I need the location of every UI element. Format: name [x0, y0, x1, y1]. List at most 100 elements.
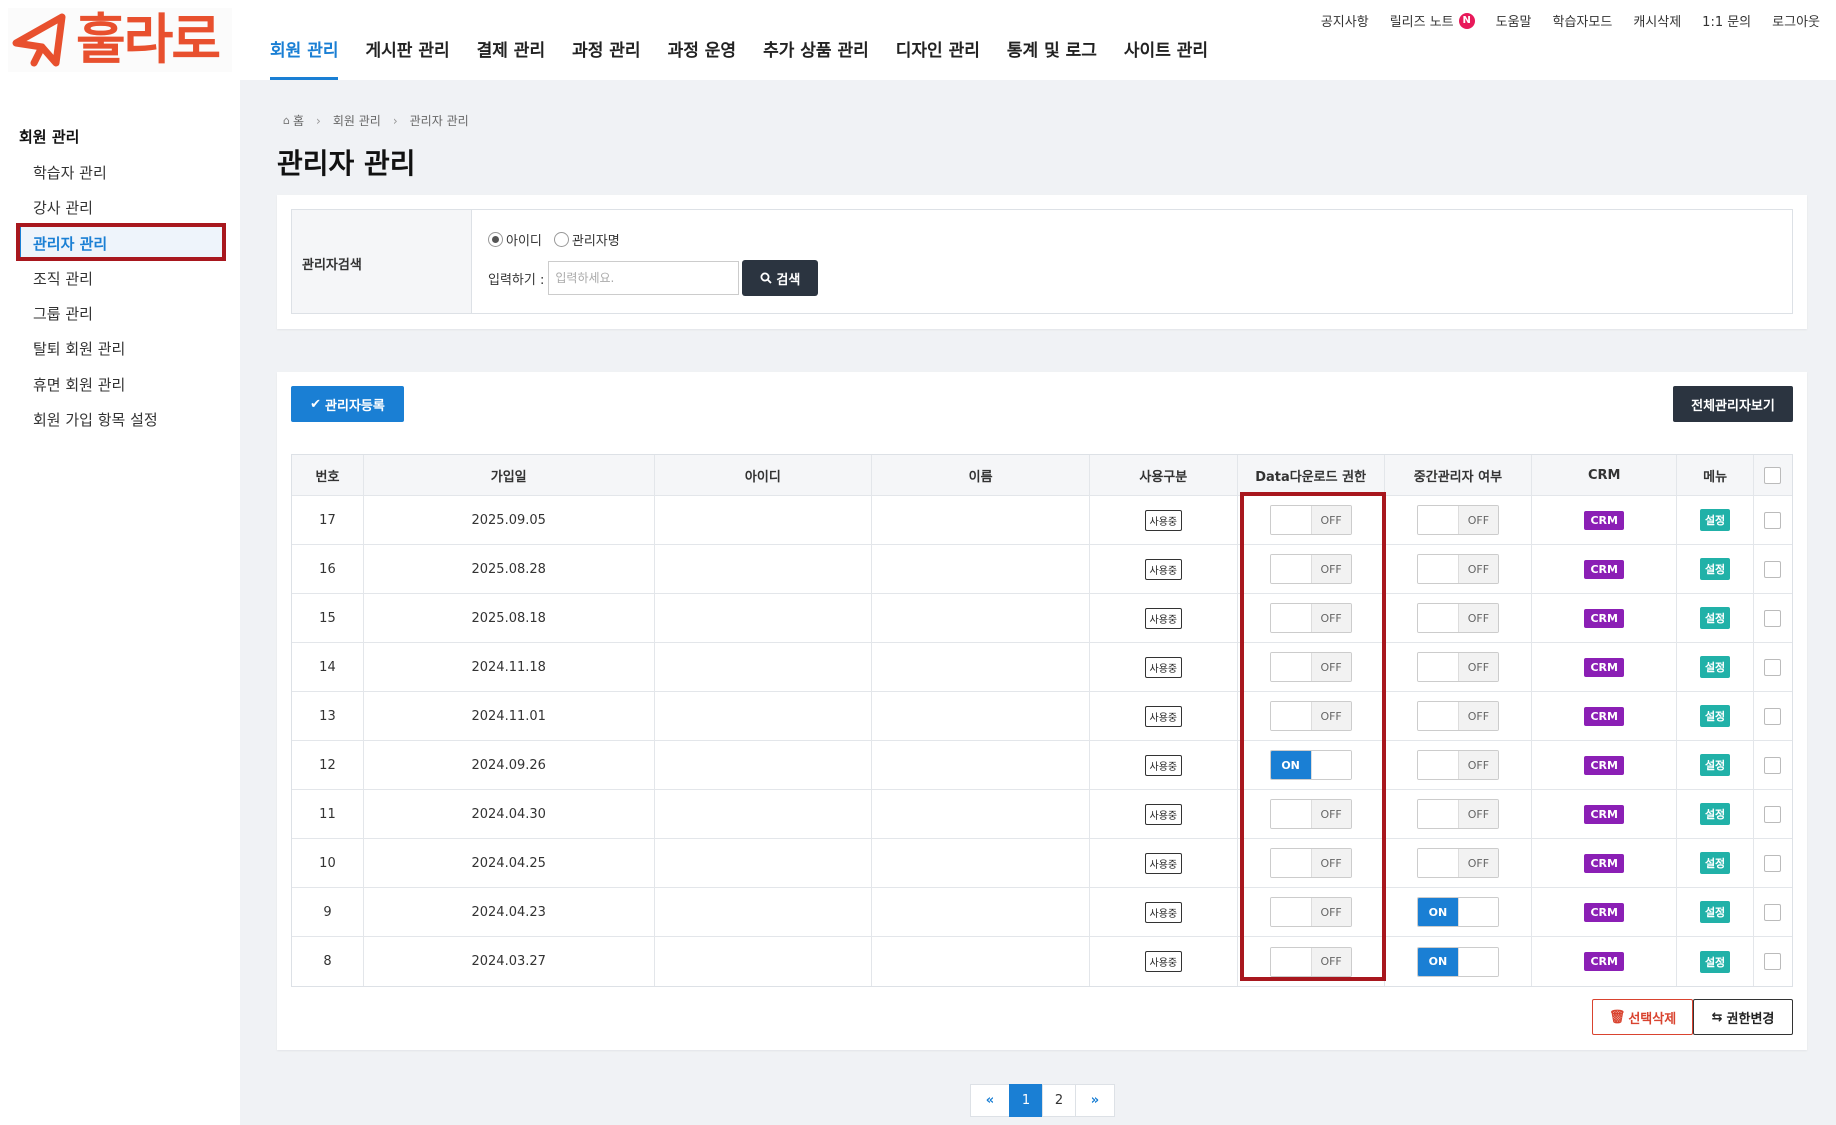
utility-links: 공지사항 릴리즈 노트 N 도움말 학습자모드 캐시삭제 1:1 문의 로그아웃	[1300, 11, 1820, 30]
menu-settings-button[interactable]: 설정	[1699, 901, 1731, 923]
table-row: 8 2024.03.27 사용중 OFF ON CRM 설정	[292, 937, 1792, 986]
gnb-design[interactable]: 디자인 관리	[896, 36, 980, 80]
util-help[interactable]: 도움말	[1496, 11, 1532, 30]
radio-admin-name[interactable]	[553, 232, 569, 247]
row-checkbox[interactable]	[1764, 707, 1782, 725]
sidebar-item-organization[interactable]: 조직 관리	[33, 268, 93, 289]
row-checkbox[interactable]	[1764, 854, 1782, 872]
data-download-toggle[interactable]: OFF	[1269, 848, 1352, 878]
crm-button[interactable]: CRM	[1584, 952, 1624, 971]
gnb-extra-products[interactable]: 추가 상품 관리	[763, 36, 869, 80]
util-release-notes[interactable]: 릴리즈 노트 N	[1390, 11, 1475, 30]
crm-button[interactable]: CRM	[1584, 853, 1624, 873]
sidebar-item-groups[interactable]: 그룹 관리	[33, 303, 93, 324]
util-learner-mode[interactable]: 학습자모드	[1553, 11, 1613, 30]
row-menu-cell: 설정	[1677, 545, 1755, 593]
row-checkbox[interactable]	[1764, 953, 1782, 970]
breadcrumb-home[interactable]: 홈	[293, 112, 304, 129]
data-download-toggle[interactable]: OFF	[1269, 505, 1352, 535]
header-select-all	[1754, 455, 1792, 495]
register-admin-button[interactable]: ✔ 관리자등록	[291, 386, 404, 422]
site-logo[interactable]: 훌라로	[8, 8, 232, 72]
sidebar-item-instructors[interactable]: 강사 관리	[33, 197, 93, 218]
page-button-2[interactable]: 2	[1042, 1084, 1076, 1117]
row-checkbox[interactable]	[1764, 903, 1782, 921]
radio-admin-name-label[interactable]: 관리자명	[572, 230, 620, 249]
delete-selected-button[interactable]: 🗑 선택삭제	[1592, 999, 1693, 1035]
row-checkbox[interactable]	[1764, 756, 1782, 774]
breadcrumb-level1[interactable]: 회원 관리	[333, 112, 381, 129]
gnb-site[interactable]: 사이트 관리	[1124, 36, 1208, 80]
util-notice[interactable]: 공지사항	[1321, 11, 1369, 30]
data-download-toggle[interactable]: OFF	[1269, 897, 1352, 927]
mid-admin-toggle[interactable]: OFF	[1416, 799, 1499, 829]
home-icon[interactable]: ⌂	[283, 114, 290, 127]
crm-button[interactable]: CRM	[1584, 559, 1624, 579]
mid-admin-toggle[interactable]: OFF	[1416, 554, 1499, 584]
crm-button[interactable]: CRM	[1584, 804, 1624, 824]
row-checkbox[interactable]	[1764, 805, 1782, 823]
mid-admin-toggle[interactable]: OFF	[1416, 505, 1499, 535]
util-logout[interactable]: 로그아웃	[1772, 11, 1820, 30]
sidebar-item-learners[interactable]: 학습자 관리	[33, 162, 107, 183]
mid-admin-toggle[interactable]: OFF	[1416, 701, 1499, 731]
search-button[interactable]: 검색	[742, 260, 819, 296]
mid-admin-toggle[interactable]: OFF	[1416, 652, 1499, 682]
search-input[interactable]	[548, 261, 740, 295]
menu-settings-button[interactable]: 설정	[1699, 852, 1731, 874]
page-button-1[interactable]: 1	[1009, 1084, 1043, 1117]
row-checkbox[interactable]	[1764, 658, 1782, 676]
row-select-cell	[1754, 888, 1792, 936]
mid-admin-toggle[interactable]: OFF	[1416, 603, 1499, 633]
gnb-course[interactable]: 과정 관리	[572, 36, 640, 80]
mid-admin-toggle[interactable]: OFF	[1416, 848, 1499, 878]
data-download-toggle[interactable]: ON	[1269, 750, 1352, 780]
menu-settings-button[interactable]: 설정	[1699, 705, 1731, 727]
view-all-admins-button[interactable]: 전체관리자보기	[1673, 386, 1793, 422]
gnb-payment[interactable]: 결제 관리	[477, 36, 545, 80]
data-download-toggle[interactable]: OFF	[1269, 701, 1352, 731]
util-cache-delete[interactable]: 캐시삭제	[1633, 11, 1681, 30]
select-all-checkbox[interactable]	[1764, 466, 1782, 484]
sidebar-item-dormant[interactable]: 휴면 회원 관리	[33, 374, 125, 395]
sidebar-item-signup-fields[interactable]: 회원 가입 항목 설정	[33, 409, 158, 430]
gnb-course-operation[interactable]: 과정 운영	[668, 36, 736, 80]
row-name	[872, 888, 1090, 936]
menu-settings-button[interactable]: 설정	[1699, 607, 1731, 629]
gnb-member[interactable]: 회원 관리	[270, 36, 339, 80]
crm-button[interactable]: CRM	[1584, 755, 1624, 775]
sidebar-item-withdrawn[interactable]: 탈퇴 회원 관리	[33, 338, 125, 359]
mid-admin-toggle[interactable]: ON	[1416, 897, 1499, 927]
crm-button[interactable]: CRM	[1584, 706, 1624, 726]
gnb-board[interactable]: 게시판 관리	[365, 36, 449, 80]
row-checkbox[interactable]	[1764, 511, 1782, 529]
menu-settings-button[interactable]: 설정	[1699, 558, 1731, 580]
radio-id[interactable]	[488, 232, 503, 247]
menu-settings-button[interactable]: 설정	[1699, 656, 1731, 678]
change-permission-button[interactable]: ⇆ 권한변경	[1693, 999, 1793, 1035]
page-next-button[interactable]: »	[1075, 1084, 1115, 1117]
radio-id-label[interactable]: 아이디	[506, 230, 542, 249]
data-download-toggle[interactable]: OFF	[1269, 946, 1352, 977]
data-download-toggle[interactable]: OFF	[1269, 603, 1352, 633]
data-download-toggle[interactable]: OFF	[1269, 554, 1352, 584]
data-download-toggle[interactable]: OFF	[1269, 799, 1352, 829]
crm-button[interactable]: CRM	[1584, 657, 1624, 677]
menu-settings-button[interactable]: 설정	[1699, 754, 1731, 776]
header-join-date[interactable]: 가입일	[364, 455, 655, 495]
row-checkbox[interactable]	[1764, 560, 1782, 578]
row-checkbox[interactable]	[1764, 609, 1782, 627]
crm-button[interactable]: CRM	[1584, 608, 1624, 628]
crm-button[interactable]: CRM	[1584, 902, 1624, 922]
crm-button[interactable]: CRM	[1584, 510, 1624, 530]
mid-admin-toggle[interactable]: OFF	[1416, 750, 1499, 780]
menu-settings-button[interactable]: 설정	[1699, 950, 1731, 973]
menu-settings-button[interactable]: 설정	[1699, 509, 1731, 531]
data-download-toggle[interactable]: OFF	[1269, 652, 1352, 682]
menu-settings-button[interactable]: 설정	[1699, 803, 1731, 825]
page-prev-button[interactable]: «	[970, 1084, 1010, 1117]
table-row: 16 2025.08.28 사용중 OFF OFF CRM 설정	[292, 545, 1792, 594]
util-inquiry[interactable]: 1:1 문의	[1702, 11, 1751, 30]
mid-admin-toggle[interactable]: ON	[1416, 946, 1499, 977]
gnb-stats-log[interactable]: 통계 및 로그	[1007, 36, 1097, 80]
